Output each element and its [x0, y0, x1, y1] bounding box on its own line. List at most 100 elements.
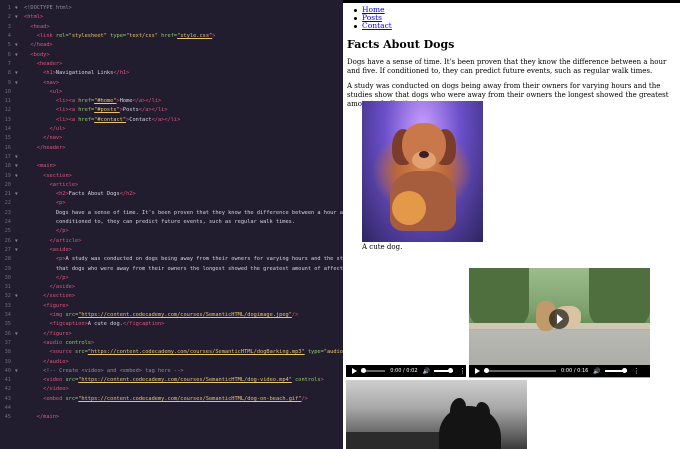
audio-volume-icon[interactable]: 🔊: [423, 368, 430, 375]
code-line[interactable]: 1 ▼ <!DOCTYPE html>: [0, 4, 343, 13]
nav-link-contact[interactable]: Contact: [351, 22, 392, 30]
code-line[interactable]: 21 ▼ <h2>Facts About Dogs</h2>: [0, 190, 343, 199]
code-line[interactable]: 26 ▼ </article>: [0, 237, 343, 246]
code-line[interactable]: 40 ▼ <!-- Create <video> and <embed> tag …: [0, 367, 343, 376]
code-text: <body>: [30, 51, 50, 58]
code-line[interactable]: 37 <audio controls>: [0, 339, 343, 348]
fold-arrow-icon[interactable]: ▼: [15, 367, 21, 376]
line-number: 24: [4, 219, 11, 226]
code-line[interactable]: 8 ▼ <h1>Navigational Links</h1>: [0, 69, 343, 78]
video-seek-bar[interactable]: [484, 368, 556, 373]
dog-beach-gif: [346, 380, 527, 449]
code-line[interactable]: 22 <p>: [0, 199, 343, 208]
code-line[interactable]: 2 ▼ <html>: [0, 13, 343, 22]
line-number: 28: [4, 256, 11, 263]
code-text: conditioned to, they can predict future …: [24, 219, 296, 226]
code-line[interactable]: 5 ▼ </head>: [0, 41, 343, 50]
line-number: 36: [4, 330, 11, 337]
code-line[interactable]: 6 ▼ <body>: [0, 51, 343, 60]
code-line[interactable]: 4 <link rel="stylesheet" type="text/css"…: [0, 32, 343, 41]
code-line[interactable]: 16 </header>: [0, 144, 343, 153]
audio-seek-bar[interactable]: [361, 368, 386, 373]
code-line[interactable]: 44: [0, 404, 343, 413]
line-number: 44: [4, 405, 11, 412]
code-line[interactable]: 32 ▼ </section>: [0, 292, 343, 301]
code-line[interactable]: 31 </aside>: [0, 283, 343, 292]
code-line[interactable]: 33 <figure>: [0, 302, 343, 311]
code-text: <figcaption>A cute dog.</figcaption>: [49, 321, 165, 328]
audio-seek-knob[interactable]: [361, 368, 366, 373]
fold-arrow-icon[interactable]: ▼: [15, 162, 21, 171]
code-line[interactable]: 9 ▼ <nav>: [0, 79, 343, 88]
code-text: that dogs who were away from their owner…: [24, 265, 343, 272]
code-text: <html>: [24, 14, 44, 21]
fold-arrow-icon[interactable]: ▼: [15, 190, 21, 199]
video-play-button-icon[interactable]: [475, 368, 480, 374]
code-text: <video src="https://content.codecademy.c…: [43, 377, 324, 384]
code-line[interactable]: 39 </audio>: [0, 358, 343, 367]
code-line[interactable]: 18 ▼ <main>: [0, 162, 343, 171]
code-text: <head>: [30, 23, 50, 30]
code-line[interactable]: 41 <video src="https://content.codecadem…: [0, 376, 343, 385]
fold-arrow-icon[interactable]: ▼: [15, 13, 21, 22]
video-volume-knob[interactable]: [621, 368, 627, 373]
code-line[interactable]: 42 </video>: [0, 385, 343, 394]
code-line[interactable]: 24 conditioned to, they can predict futu…: [0, 218, 343, 227]
audio-player[interactable]: 0:00 / 0:02 🔊 ⋮: [346, 365, 466, 377]
dog-video[interactable]: [469, 268, 650, 378]
video-volume-icon[interactable]: 🔊: [593, 368, 600, 375]
line-number: 45: [4, 414, 11, 421]
video-play-icon[interactable]: [549, 309, 569, 329]
nav-list: Home Posts Contact: [351, 6, 392, 30]
code-line[interactable]: 45 </main>: [0, 413, 343, 422]
line-number: 25: [4, 228, 11, 235]
video-seek-knob[interactable]: [484, 368, 489, 373]
video-volume-slider[interactable]: [604, 368, 627, 373]
audio-more-icon[interactable]: ⋮: [459, 367, 466, 375]
line-number: 26: [4, 237, 11, 244]
code-line[interactable]: 25 </p>: [0, 227, 343, 236]
code-line[interactable]: 36 ▼ </figure>: [0, 330, 343, 339]
code-line[interactable]: 14 </ul>: [0, 125, 343, 134]
fold-arrow-icon[interactable]: ▼: [15, 237, 21, 246]
code-line[interactable]: 13 <li><a href="#contact">Contact</a></l…: [0, 116, 343, 125]
code-line[interactable]: 43 <embed src="https://content.codecadem…: [0, 395, 343, 404]
code-line[interactable]: 38 <source src="https://content.codecade…: [0, 348, 343, 357]
code-line[interactable]: 11 <li><a href="#home">Home</a></li>: [0, 97, 343, 106]
code-line[interactable]: 29 that dogs who were away from their ow…: [0, 265, 343, 274]
code-line[interactable]: 27 ▼ <aside>: [0, 246, 343, 255]
fold-arrow-icon[interactable]: ▼: [15, 51, 21, 60]
code-line[interactable]: 10 <ul>: [0, 88, 343, 97]
code-line[interactable]: 23 Dogs have a sense of time. It's been …: [0, 209, 343, 218]
code-text: <li><a href="#home">Home</a></li>: [55, 98, 162, 105]
fold-arrow-icon[interactable]: ▼: [15, 330, 21, 339]
audio-play-icon[interactable]: [352, 368, 357, 374]
code-line[interactable]: 20 <article>: [0, 181, 343, 190]
audio-volume-slider[interactable]: [434, 368, 453, 373]
fold-arrow-icon[interactable]: ▼: [15, 79, 21, 88]
fold-arrow-icon[interactable]: ▼: [15, 41, 21, 50]
code-text: <article>: [49, 181, 79, 188]
code-line[interactable]: 19 ▼ <section>: [0, 172, 343, 181]
code-line[interactable]: 3 <head>: [0, 23, 343, 32]
fold-arrow-icon[interactable]: ▼: [15, 153, 21, 162]
fold-arrow-icon[interactable]: ▼: [15, 172, 21, 181]
fold-arrow-icon[interactable]: ▼: [15, 4, 21, 13]
code-editor[interactable]: 1 ▼ <!DOCTYPE html> 2 ▼ <html> 3 <head> 4 <link…: [0, 0, 343, 449]
code-line[interactable]: 30 </p>: [0, 274, 343, 283]
code-line[interactable]: 17 ▼: [0, 153, 343, 162]
code-line[interactable]: 34 <img src="https://content.codecademy.…: [0, 311, 343, 320]
code-line[interactable]: 28 <p>A study was conducted on dogs bein…: [0, 255, 343, 264]
code-line[interactable]: 7 <header>: [0, 60, 343, 69]
code-line[interactable]: 12 <li><a href="#posts">Posts</a></li>: [0, 106, 343, 115]
fold-arrow-icon[interactable]: ▼: [15, 292, 21, 301]
video-controls[interactable]: 0:00 / 0:16 🔊 ⋮: [469, 365, 650, 377]
audio-volume-knob[interactable]: [448, 368, 453, 373]
video-more-icon[interactable]: ⋮: [633, 367, 640, 375]
fold-arrow-icon[interactable]: ▼: [15, 246, 21, 255]
code-line[interactable]: 35 <figcaption>A cute dog.</figcaption>: [0, 320, 343, 329]
line-number: 22: [4, 200, 11, 207]
code-line[interactable]: 15 </nav>: [0, 134, 343, 143]
code-text: <p>: [55, 200, 66, 207]
fold-arrow-icon[interactable]: ▼: [15, 69, 21, 78]
